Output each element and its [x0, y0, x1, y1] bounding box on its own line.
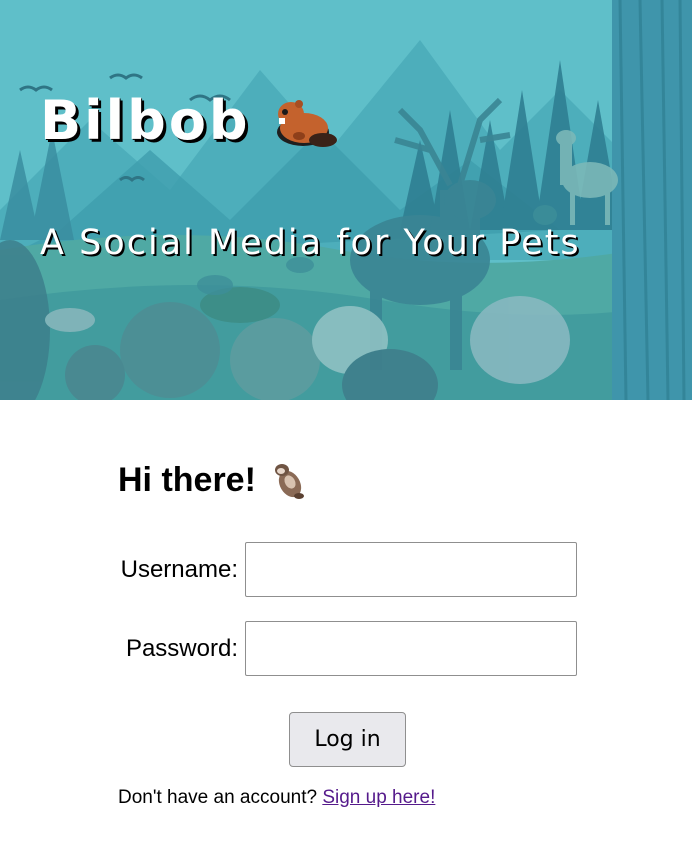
password-label: Password: [125, 635, 238, 662]
signup-link[interactable]: Sign up here! [322, 787, 435, 808]
login-button[interactable]: Log in [289, 712, 406, 767]
hero-background-illustration [0, 0, 692, 400]
site-subtitle: A Social Media for Your Pets [40, 223, 581, 263]
username-row: Username: [118, 542, 588, 598]
site-title-text: Bilbob [40, 89, 251, 152]
signup-prompt-line: Don't have an account? Sign up here! [118, 787, 435, 809]
username-input[interactable] [245, 542, 577, 597]
greeting-heading: Hi there! [118, 455, 588, 505]
login-form: Hi there! Username: Password: Log in Don… [118, 455, 588, 808]
password-input[interactable] [245, 621, 577, 676]
signup-prompt: Don't have an account? [118, 787, 318, 808]
username-label: Username: [120, 556, 238, 583]
hero-banner: Bilbob A Social Media for Your Pets [0, 0, 692, 400]
beaver-icon [271, 92, 337, 150]
otter-icon [268, 460, 308, 500]
greeting-text: Hi there! [118, 460, 256, 499]
password-row: Password: [118, 621, 588, 677]
site-title: Bilbob [40, 92, 337, 150]
